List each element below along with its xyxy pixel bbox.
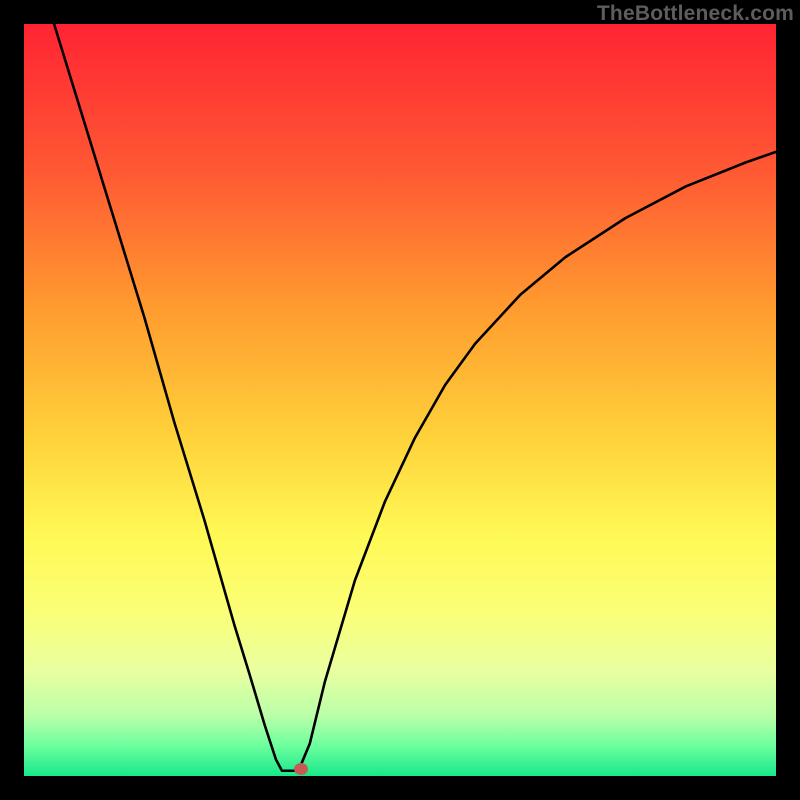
optimum-marker-icon [294, 763, 308, 775]
watermark-text: TheBottleneck.com [597, 2, 794, 26]
curve-svg [24, 24, 776, 776]
chart-frame: TheBottleneck.com [0, 0, 800, 800]
bottleneck-curve [54, 24, 776, 771]
plot-area [24, 24, 776, 776]
